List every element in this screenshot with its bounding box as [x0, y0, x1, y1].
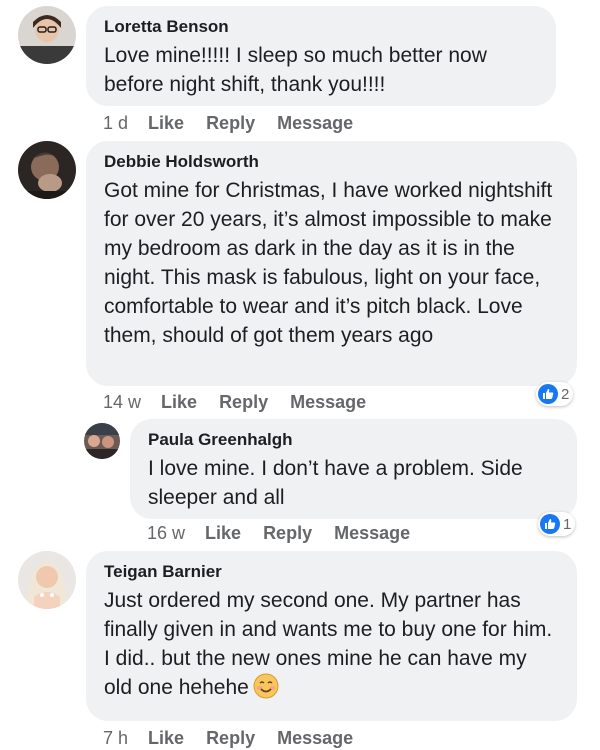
comment-bubble: Loretta Benson Love mine!!!!! I sleep so… [86, 6, 556, 106]
comment-actions: 7 h Like Reply Message [103, 728, 375, 749]
like-button[interactable]: Like [148, 728, 184, 748]
comment-author[interactable]: Teigan Barnier [104, 561, 559, 583]
avatar-image [84, 423, 120, 459]
avatar-image [18, 551, 76, 609]
comment-actions: 1 d Like Reply Message [103, 113, 375, 134]
reaction-summary[interactable]: 1 [538, 512, 576, 536]
reply-button[interactable]: Reply [263, 523, 312, 543]
reply-bubble: Paula Greenhalgh I love mine. I don’t ha… [130, 419, 577, 519]
comment-timestamp[interactable]: 16 w [147, 523, 185, 543]
avatar-paula-greenhalgh[interactable] [84, 423, 120, 459]
reply-button[interactable]: Reply [206, 113, 255, 133]
reply-button[interactable]: Reply [206, 728, 255, 748]
thumbs-up-icon [540, 514, 560, 534]
avatar-teigan-barnier[interactable] [18, 551, 76, 609]
message-button[interactable]: Message [334, 523, 410, 543]
comment-timestamp[interactable]: 1 d [103, 113, 128, 133]
comment-bubble: Teigan Barnier Just ordered my second on… [86, 551, 577, 721]
avatar-debbie-holdsworth[interactable] [18, 141, 76, 199]
thumbs-up-icon [538, 384, 558, 404]
like-button[interactable]: Like [148, 113, 184, 133]
message-button[interactable]: Message [277, 728, 353, 748]
comment-text: Love mine!!!!! I sleep so much better no… [104, 44, 487, 96]
message-button[interactable]: Message [290, 392, 366, 412]
like-button[interactable]: Like [205, 523, 241, 543]
comment-text: Just ordered my second one. My partner h… [104, 586, 559, 702]
comment-text: Got mine for Christmas, I have worked ni… [104, 179, 553, 347]
avatar-image [18, 6, 76, 64]
comment-author[interactable]: Loretta Benson [104, 16, 538, 38]
comment-timestamp[interactable]: 14 w [103, 392, 141, 412]
like-button[interactable]: Like [161, 392, 197, 412]
comment-text: I love mine. I don’t have a problem. Sid… [148, 457, 523, 509]
comment-timestamp[interactable]: 7 h [103, 728, 128, 748]
avatar-loretta-benson[interactable] [18, 6, 76, 64]
reply-button[interactable]: Reply [219, 392, 268, 412]
avatar-image [18, 141, 76, 199]
comment-author[interactable]: Debbie Holdsworth [104, 151, 559, 173]
smiling-face-icon [253, 673, 279, 699]
reaction-count: 1 [563, 515, 572, 533]
reaction-summary[interactable]: 2 [536, 382, 574, 406]
comment-bubble: Debbie Holdsworth Got mine for Christmas… [86, 141, 577, 386]
message-button[interactable]: Message [277, 113, 353, 133]
comment-actions: 16 w Like Reply Message [147, 523, 432, 544]
comment-author[interactable]: Paula Greenhalgh [148, 429, 559, 451]
comment-text-content: Just ordered my second one. My partner h… [104, 589, 553, 699]
reaction-count: 2 [561, 385, 570, 403]
comment-actions: 14 w Like Reply Message [103, 392, 388, 413]
